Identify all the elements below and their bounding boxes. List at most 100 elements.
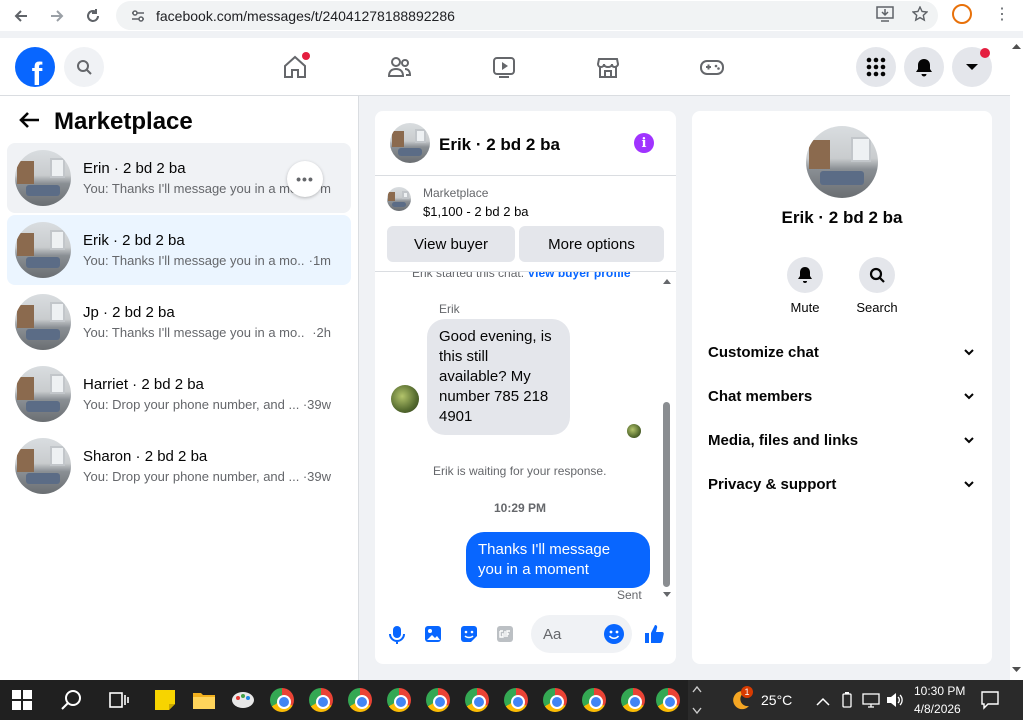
photo-icon[interactable] <box>424 625 442 643</box>
chrome-taskbar-icon[interactable] <box>543 688 567 712</box>
listing-thumbnail <box>15 366 71 422</box>
address-bar[interactable]: facebook.com/messages/t/2404127818889228… <box>116 1 938 30</box>
conversation-item[interactable]: Sharon · 2 bd 2 ba You: Drop your phone … <box>7 431 351 501</box>
weather-badge: 1 <box>741 686 753 698</box>
taskbar-scroll-arrows[interactable] <box>692 684 702 720</box>
page-scrollbar[interactable] <box>1010 38 1023 680</box>
chrome-taskbar-icon[interactable] <box>465 688 489 712</box>
chat-avatar[interactable] <box>390 123 430 163</box>
listing-thumbnail <box>387 187 411 211</box>
windows-start-icon[interactable] <box>12 690 32 710</box>
sender-name: Erik <box>439 302 460 316</box>
search-icon[interactable] <box>64 47 104 87</box>
chrome-taskbar-icon[interactable] <box>656 688 680 712</box>
emoji-icon[interactable] <box>604 624 624 644</box>
chat-started-notice: Erik started this chat. View buyer profi… <box>412 272 631 280</box>
listing-thumbnail <box>15 222 71 278</box>
view-buyer-button[interactable]: View buyer <box>387 226 515 262</box>
clock-time[interactable]: 10:30 PM <box>914 684 965 698</box>
section-label: Media, files and links <box>708 432 859 449</box>
battery-icon[interactable] <box>840 692 854 713</box>
search-label: Search <box>856 300 898 315</box>
search-in-chat-button[interactable]: Search <box>847 257 907 315</box>
view-buyer-profile-link[interactable]: View buyer profile <box>527 272 630 280</box>
task-view-icon[interactable] <box>107 688 131 712</box>
file-explorer-icon[interactable] <box>192 688 216 712</box>
forward-icon[interactable] <box>46 5 68 27</box>
conversation-time: ·39w <box>302 469 331 484</box>
mute-label: Mute <box>790 300 820 315</box>
conversation-item[interactable]: Erik · 2 bd 2 ba You: Thanks I'll messag… <box>7 215 351 285</box>
more-options-button[interactable]: More options <box>519 226 664 262</box>
install-app-icon[interactable] <box>876 6 894 26</box>
chrome-menu-icon[interactable]: ⋮ <box>994 4 1010 26</box>
sticky-notes-icon[interactable] <box>153 688 177 712</box>
conversation-item[interactable]: Jp · 2 bd 2 ba You: Thanks I'll message … <box>7 287 351 357</box>
url-text: facebook.com/messages/t/2404127818889228… <box>156 7 455 24</box>
conversation-name: Erik · 2 bd 2 ba <box>83 232 185 249</box>
chrome-taskbar-icon[interactable] <box>309 688 333 712</box>
notification-center-icon[interactable] <box>980 690 1000 715</box>
chrome-taskbar-icon[interactable] <box>348 688 372 712</box>
account-menu-button[interactable] <box>952 47 992 87</box>
chevron-down-icon <box>964 349 974 356</box>
watch-video-icon[interactable] <box>489 52 519 82</box>
chrome-taskbar-icon[interactable] <box>582 688 606 712</box>
conversation-name: Sharon · 2 bd 2 ba <box>83 448 208 465</box>
incoming-message[interactable]: Good evening, is this still available? M… <box>427 319 570 435</box>
gif-icon[interactable] <box>496 625 514 643</box>
message-input[interactable]: Aa <box>531 615 632 653</box>
bookmark-star-icon[interactable] <box>911 5 929 26</box>
taskbar-search-icon[interactable] <box>60 688 84 712</box>
paint-app-icon[interactable] <box>231 688 255 712</box>
sticker-icon[interactable] <box>460 625 478 643</box>
bell-icon <box>787 257 823 293</box>
menu-grid-icon[interactable] <box>856 47 896 87</box>
chat-title[interactable]: Erik · 2 bd 2 ba <box>439 135 560 155</box>
customize-chat-section[interactable]: Customize chat <box>708 344 974 368</box>
show-hidden-icons-chevron-icon[interactable] <box>816 694 830 712</box>
thumbs-up-icon[interactable] <box>643 623 665 645</box>
gaming-icon[interactable] <box>697 52 727 82</box>
network-icon[interactable] <box>862 692 880 713</box>
chevron-down-icon <box>964 393 974 400</box>
home-icon[interactable] <box>280 52 310 82</box>
notifications-bell-icon[interactable] <box>904 47 944 87</box>
back-icon[interactable] <box>10 5 32 27</box>
profile-icon[interactable] <box>952 4 972 24</box>
media-files-links-section[interactable]: Media, files and links <box>708 432 974 456</box>
chrome-taskbar-icon[interactable] <box>621 688 645 712</box>
site-info-icon[interactable] <box>130 9 146 23</box>
friends-icon[interactable] <box>384 52 414 82</box>
microphone-icon[interactable] <box>388 625 406 644</box>
reload-icon[interactable] <box>82 5 104 27</box>
chrome-taskbar-icon[interactable] <box>426 688 450 712</box>
listing-thumbnail <box>15 150 71 206</box>
conversation-item[interactable]: Erin · 2 bd 2 ba You: Thanks I'll messag… <box>7 143 351 213</box>
chat-members-section[interactable]: Chat members <box>708 388 974 412</box>
details-avatar[interactable] <box>806 126 878 198</box>
browser-toolbar: facebook.com/messages/t/2404127818889228… <box>0 0 1023 31</box>
marketplace-icon[interactable] <box>593 52 623 82</box>
scrollbar-thumb[interactable] <box>663 402 670 587</box>
facebook-logo-icon[interactable]: f <box>15 47 55 87</box>
outgoing-message[interactable]: Thanks I'll message you in a moment <box>466 532 650 588</box>
thread-scrollbar[interactable] <box>661 272 671 604</box>
more-options-icon[interactable]: ••• <box>287 161 323 197</box>
chrome-taskbar-icon[interactable] <box>387 688 411 712</box>
chrome-taskbar-icon[interactable] <box>270 688 294 712</box>
clock-date[interactable]: 4/8/2026 <box>914 702 961 716</box>
info-icon[interactable]: i <box>634 133 654 153</box>
message-timestamp: 10:29 PM <box>494 501 547 515</box>
system-tray: 1 25°C 10:30 PM 4/8/2026 <box>688 680 1023 720</box>
temperature[interactable]: 25°C <box>761 692 792 708</box>
volume-icon[interactable] <box>886 692 904 713</box>
conversation-item[interactable]: Harriet · 2 bd 2 ba You: Drop your phone… <box>7 359 351 429</box>
conversation-list-panel: Marketplace Erin · 2 bd 2 ba You: Thanks… <box>0 96 359 680</box>
sender-avatar[interactable] <box>391 385 419 413</box>
waiting-notice: Erik is waiting for your response. <box>433 464 607 478</box>
back-arrow-icon[interactable] <box>18 111 40 134</box>
mute-button[interactable]: Mute <box>775 257 835 315</box>
privacy-support-section[interactable]: Privacy & support <box>708 476 974 500</box>
chrome-taskbar-icon[interactable] <box>504 688 528 712</box>
